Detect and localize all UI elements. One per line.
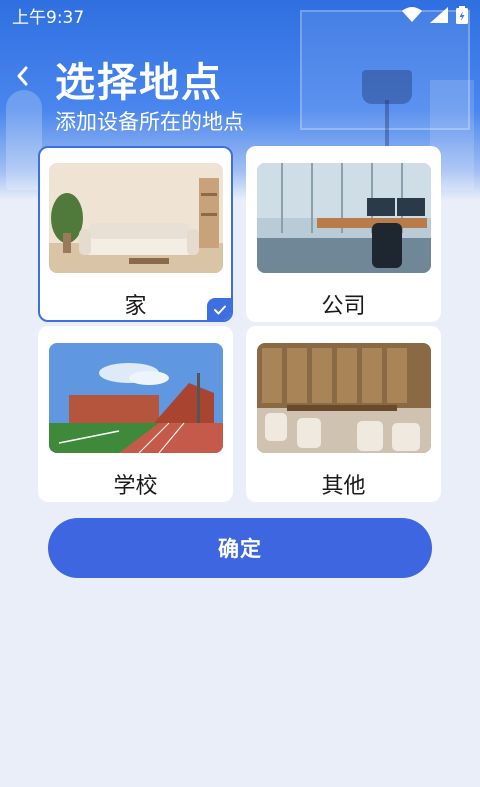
location-label: 学校 [113,474,158,499]
location-card-other[interactable]: 其他 [246,326,441,502]
status-time: 上午9:37 [12,7,85,28]
living-room-photo [49,163,223,273]
page-subtitle: 添加设备所在的地点 [55,110,244,134]
back-button[interactable] [8,60,36,92]
plant-decoration [6,90,42,190]
location-card-home[interactable]: 家 [38,146,233,322]
location-label: 公司 [321,294,366,319]
selected-badge [207,298,231,320]
location-card-school[interactable]: 学校 [38,326,233,502]
checkmark-icon [214,305,226,315]
status-bar: 上午9:37 [0,0,480,30]
lamp-decoration [362,70,412,104]
chevron-left-icon [17,66,28,86]
location-card-office[interactable]: 公司 [246,146,441,322]
wifi-icon [402,7,422,22]
restaurant-photo [257,343,431,453]
school-photo [49,343,223,453]
battery-icon [456,6,468,24]
location-label: 其他 [321,474,366,499]
signal-icon [430,7,448,23]
location-label: 家 [124,294,147,319]
confirm-button[interactable]: 确定 [48,518,432,578]
status-icons [402,6,468,24]
page-title: 选择地点 [55,60,223,106]
office-photo [257,163,431,273]
